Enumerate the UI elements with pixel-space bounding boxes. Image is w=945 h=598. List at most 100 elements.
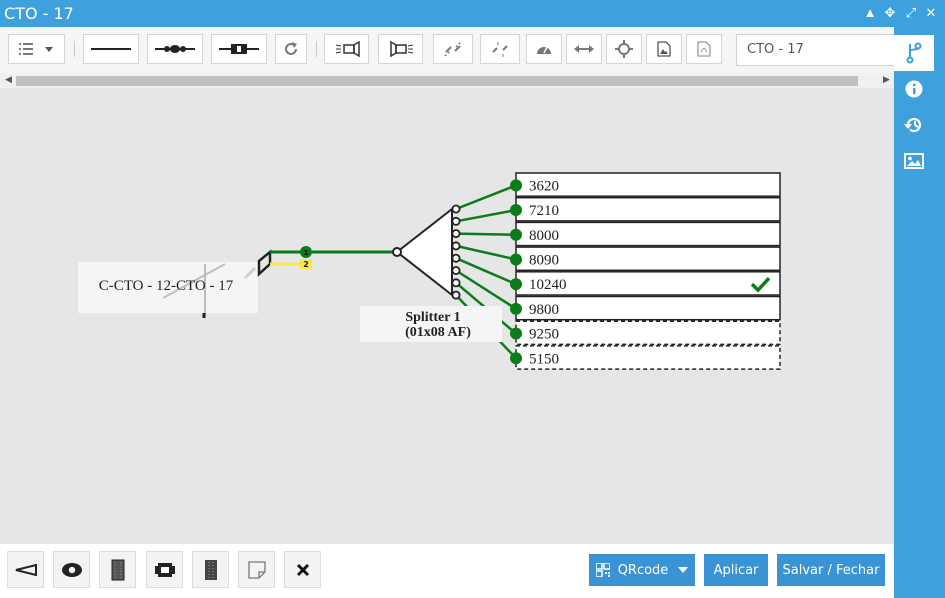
output-port-dot[interactable]	[510, 253, 522, 266]
dashboard-button[interactable]	[526, 34, 562, 64]
apply-button[interactable]: Aplicar	[704, 554, 768, 586]
sidebar-item-history[interactable]	[902, 113, 926, 137]
splitter-output-port[interactable]	[451, 290, 461, 300]
splitter-shape[interactable]	[395, 206, 453, 298]
cable-head	[257, 249, 272, 277]
export-pdf-button[interactable]	[686, 34, 722, 64]
output-row-label: 7210	[529, 203, 559, 219]
qrcode-icon	[595, 563, 610, 577]
gauge-icon	[537, 46, 551, 54]
link-button[interactable]	[433, 34, 473, 64]
splitter-output-port[interactable]	[451, 253, 461, 263]
toolbar: CTO - 17	[0, 27, 894, 74]
receiver-button[interactable]	[378, 34, 423, 64]
add-patch-panel-button[interactable]	[99, 551, 136, 588]
note-icon	[247, 560, 266, 579]
arrows-horizontal-icon	[574, 45, 594, 53]
output-row-label: 8000	[529, 228, 559, 244]
collapse-icon[interactable]: ▲	[860, 3, 880, 23]
splitter-output-line[interactable]	[455, 184, 517, 211]
attenuator-icon	[15, 563, 37, 576]
diagram-canvas[interactable]: C-CTO - 12-CTO - 17 2 1 Splitter 1 (01x0…	[0, 88, 894, 544]
save-close-button[interactable]: Salvar / Fechar	[777, 554, 885, 586]
splice-tool-button[interactable]	[147, 34, 203, 64]
splice-icon	[155, 45, 195, 53]
center-button[interactable]	[606, 34, 642, 64]
add-connector-button[interactable]	[146, 551, 183, 588]
output-port-dot[interactable]	[510, 352, 522, 365]
refresh-icon	[285, 42, 297, 55]
connector-icon	[219, 44, 259, 54]
line-tool-button[interactable]	[83, 34, 139, 64]
close-icon	[296, 563, 309, 576]
save-close-label: Salvar / Fechar	[782, 562, 880, 578]
output-port-dot[interactable]	[510, 278, 522, 291]
transmitter-button[interactable]	[324, 34, 369, 64]
splitter-output-line[interactable]	[455, 232, 517, 236]
splitter-name: Splitter 1	[405, 310, 460, 325]
qrcode-label: QRcode	[617, 562, 669, 578]
terminal-icon	[204, 559, 217, 580]
add-terminal-button[interactable]	[192, 551, 229, 588]
receiver-icon	[389, 41, 413, 57]
line-icon	[91, 48, 131, 50]
qrcode-button[interactable]: QRcode	[589, 554, 695, 586]
scroll-left-arrow-icon[interactable]: ◀	[5, 74, 12, 85]
splitter-output-port[interactable]	[451, 229, 461, 239]
splitter-output-port[interactable]	[451, 216, 461, 226]
export-image-button[interactable]	[646, 34, 682, 64]
unlink-button[interactable]	[480, 34, 520, 64]
output-row-label: 9250	[529, 327, 559, 343]
maximize-icon[interactable]: ⤢	[901, 3, 921, 23]
horizontal-scrollbar[interactable]: ◀ ▶	[0, 73, 894, 88]
info-icon	[905, 80, 923, 98]
connector-box-icon	[154, 562, 175, 577]
splitter-output-line[interactable]	[455, 208, 517, 223]
title-bar: CTO - 17 ▲ ✥ ⤢ ✕	[0, 0, 945, 27]
connector-tool-button[interactable]	[211, 34, 267, 64]
patch-panel-icon	[111, 559, 124, 580]
splitter-output-port[interactable]	[451, 241, 461, 251]
sidebar-item-info[interactable]	[902, 77, 926, 101]
list-menu-button[interactable]	[8, 34, 65, 64]
splitter-input-port[interactable]	[392, 247, 402, 257]
transmitter-icon	[335, 41, 360, 57]
sidebar-item-image[interactable]	[902, 149, 926, 173]
output-row-label: 3620	[529, 178, 559, 194]
add-splice-button[interactable]	[53, 551, 90, 588]
splitter-output-port[interactable]	[451, 278, 461, 288]
splice-eye-icon	[61, 562, 82, 577]
window-title: CTO - 17	[4, 4, 74, 23]
output-port-dot[interactable]	[510, 327, 522, 340]
expand-horizontal-button[interactable]	[566, 34, 602, 64]
add-attenuator-button[interactable]	[7, 551, 44, 588]
output-port-dot[interactable]	[510, 204, 522, 217]
add-note-button[interactable]	[238, 551, 275, 588]
unlink-icon	[492, 42, 508, 57]
picture-icon	[904, 153, 924, 169]
sidebar-item-diagram[interactable]	[894, 35, 934, 71]
output-port-dot[interactable]	[510, 179, 522, 192]
output-row-label: 8090	[529, 252, 559, 268]
output-port-dot[interactable]	[510, 228, 522, 241]
delete-button[interactable]	[284, 551, 321, 588]
apply-label: Aplicar	[713, 562, 759, 578]
close-window-icon[interactable]: ✕	[921, 3, 941, 23]
output-port-dot[interactable]	[510, 302, 522, 315]
scrollbar-thumb[interactable]	[16, 76, 858, 86]
crosshair-icon	[615, 40, 633, 58]
output-row-label: 10240	[529, 277, 567, 293]
scroll-right-arrow-icon[interactable]: ▶	[883, 74, 890, 85]
branch-icon	[906, 42, 922, 64]
search-input[interactable]: CTO - 17	[736, 34, 894, 66]
cable-label[interactable]: C-CTO - 12-CTO - 17	[99, 278, 234, 294]
splitter-output-line[interactable]	[455, 244, 517, 261]
refresh-button[interactable]	[275, 34, 307, 64]
splitter-type: (01x08 AF)	[405, 325, 471, 340]
separator	[74, 41, 75, 57]
splitter-output-port[interactable]	[451, 265, 461, 275]
output-table: 3620 7210 8000 8090 10240 9800 9250 5150	[510, 172, 781, 370]
splitter-output-line[interactable]	[455, 257, 517, 286]
move-icon[interactable]: ✥	[880, 3, 900, 23]
splitter-output-port[interactable]	[451, 204, 461, 214]
